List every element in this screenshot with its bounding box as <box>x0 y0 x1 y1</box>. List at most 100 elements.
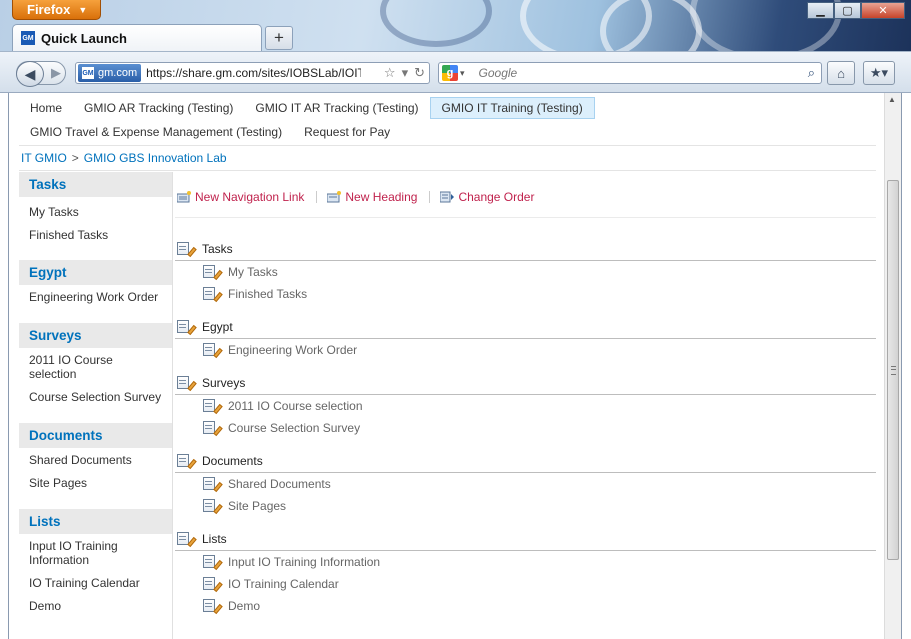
divider <box>19 170 876 171</box>
close-icon[interactable]: ✕ <box>861 2 905 19</box>
toolbar-separator <box>429 190 431 203</box>
forward-arrow-icon: ▶ <box>51 65 61 80</box>
top-navigation: Home GMIO AR Tracking (Testing) GMIO IT … <box>19 96 876 144</box>
topnav-item-gmio-ar-tracking[interactable]: GMIO AR Tracking (Testing) <box>73 97 244 119</box>
home-button[interactable]: ⌂ <box>827 61 855 85</box>
nav-link-label: Finished Tasks <box>228 287 308 301</box>
nav-link-label: Input IO Training Information <box>228 555 381 569</box>
edit-page-icon <box>203 287 223 303</box>
back-button[interactable]: ◀ <box>16 61 44 87</box>
navigation-toolbar-actions: New Navigation Link New Heading Change O… <box>175 172 876 218</box>
edit-page-icon <box>203 343 223 359</box>
nav-link-label: My Tasks <box>228 265 278 279</box>
edit-page-icon <box>177 242 197 258</box>
quicklaunch-group-documents: Documents Shared Documents Site Pages <box>19 423 172 495</box>
quicklaunch-item[interactable]: Engineering Work Order <box>19 286 172 309</box>
window-controls: ▁ ▢ ✕ <box>807 2 905 19</box>
quicklaunch-group-egypt: Egypt Engineering Work Order <box>19 260 172 309</box>
breadcrumb-current[interactable]: GMIO GBS Innovation Lab <box>84 151 227 165</box>
change-order-button[interactable]: Change Order <box>440 190 534 204</box>
search-icon[interactable]: ⌕ <box>808 65 815 81</box>
identity-label: gm.com <box>98 67 138 79</box>
nav-link-row[interactable]: Site Pages <box>175 495 876 517</box>
quicklaunch-item[interactable]: Input IO Training Information <box>19 535 159 572</box>
new-heading-icon <box>327 190 342 202</box>
url-text[interactable]: https://share.gm.com/sites/IOBSLab/IOITT… <box>146 66 361 80</box>
reload-icon[interactable]: ↻ <box>414 65 425 81</box>
nav-heading-row[interactable]: Surveys <box>175 372 876 395</box>
forward-button[interactable]: ▶ <box>51 65 61 81</box>
edit-page-icon <box>203 265 223 281</box>
nav-link-label: Site Pages <box>228 499 287 513</box>
breadcrumb-separator: > <box>71 151 79 165</box>
quicklaunch-group-tasks: Tasks My Tasks Finished Tasks <box>19 172 172 247</box>
new-heading-button[interactable]: New Heading <box>327 190 417 204</box>
bookmarks-button[interactable]: ★▾ <box>863 61 895 85</box>
quicklaunch-item[interactable]: Shared Documents <box>19 449 172 472</box>
new-tab-button[interactable]: + <box>265 26 293 50</box>
bookmarks-icon: ★▾ <box>869 65 889 80</box>
nav-heading-row[interactable]: Tasks <box>175 238 876 261</box>
breadcrumb: IT GMIO > GMIO GBS Innovation Lab <box>21 151 227 165</box>
nav-heading-section: Egypt Engineering Work Order <box>175 316 876 361</box>
nav-link-row[interactable]: Input IO Training Information <box>175 551 876 573</box>
nav-heading-label: Lists <box>202 532 227 546</box>
topnav-item-gmio-it-ar-tracking[interactable]: GMIO IT AR Tracking (Testing) <box>244 97 429 119</box>
topnav-item-request-for-pay[interactable]: Request for Pay <box>293 121 401 143</box>
nav-link-row[interactable]: Finished Tasks <box>175 283 876 305</box>
engine-dropdown-icon[interactable]: ▾ <box>460 68 465 79</box>
background-wave <box>380 0 492 47</box>
nav-link-row[interactable]: My Tasks <box>175 261 876 283</box>
quicklaunch-item[interactable]: Demo <box>19 595 172 618</box>
scroll-up-icon[interactable]: ▲ <box>888 95 896 104</box>
bookmark-star-icon[interactable]: ☆ <box>384 65 396 81</box>
history-dropdown-icon[interactable]: ▾ <box>402 65 409 81</box>
quicklaunch-item[interactable]: IO Training Calendar <box>19 572 172 595</box>
search-bar[interactable]: g ▾ Google ⌕ <box>438 62 822 84</box>
address-bar[interactable]: GM gm.com https://share.gm.com/sites/IOB… <box>75 62 430 84</box>
nav-link-row[interactable]: Engineering Work Order <box>175 339 876 361</box>
edit-page-icon <box>177 320 197 336</box>
minimize-icon[interactable]: ▁ <box>807 2 834 19</box>
quicklaunch-item[interactable]: My Tasks <box>19 202 172 224</box>
nav-link-row[interactable]: Course Selection Survey <box>175 417 876 439</box>
nav-heading-section: Tasks My Tasks Finished Tasks <box>175 238 876 305</box>
firefox-menu-button[interactable]: Firefox ▼ <box>12 0 101 20</box>
site-identity-button[interactable]: GM gm.com <box>78 64 142 82</box>
browser-tab[interactable]: GM Quick Launch <box>12 24 262 51</box>
nav-link-row[interactable]: 2011 IO Course selection <box>175 395 876 417</box>
quicklaunch-item[interactable]: 2011 IO Course selection <box>19 349 172 386</box>
quicklaunch-heading[interactable]: Surveys <box>19 323 172 349</box>
quicklaunch-group-surveys: Surveys 2011 IO Course selection Course … <box>19 323 172 409</box>
vertical-scrollbar[interactable]: ▲ <box>884 93 901 639</box>
quicklaunch-group-lists: Lists Input IO Training Information IO T… <box>19 509 172 618</box>
nav-link-label: Shared Documents <box>228 477 331 491</box>
scrollbar-thumb[interactable] <box>887 180 899 560</box>
topnav-item-gmio-it-training[interactable]: GMIO IT Training (Testing) <box>429 97 595 119</box>
nav-link-row[interactable]: Shared Documents <box>175 473 876 495</box>
new-navigation-link-button[interactable]: New Navigation Link <box>177 190 304 204</box>
maximize-icon[interactable]: ▢ <box>834 2 861 19</box>
google-engine-icon[interactable]: g <box>442 65 458 81</box>
quicklaunch-heading[interactable]: Tasks <box>19 172 172 198</box>
edit-page-icon <box>203 499 223 515</box>
quicklaunch-item[interactable]: Course Selection Survey <box>19 386 172 409</box>
nav-heading-row[interactable]: Egypt <box>175 316 876 339</box>
nav-heading-label: Documents <box>202 454 263 468</box>
nav-heading-row[interactable]: Documents <box>175 450 876 473</box>
topnav-item-travel-expense[interactable]: GMIO Travel & Expense Management (Testin… <box>19 121 293 143</box>
quicklaunch-item[interactable]: Finished Tasks <box>19 225 172 247</box>
breadcrumb-parent[interactable]: IT GMIO <box>21 151 67 165</box>
change-order-icon <box>440 191 455 202</box>
edit-page-icon <box>177 376 197 392</box>
edit-page-icon <box>203 421 223 437</box>
quicklaunch-heading[interactable]: Documents <box>19 423 172 449</box>
nav-link-row[interactable]: Demo <box>175 595 876 617</box>
navigation-toolbar: ◀ ▶ GM gm.com https://share.gm.com/sites… <box>0 51 911 93</box>
quicklaunch-heading[interactable]: Egypt <box>19 260 172 286</box>
topnav-item-home[interactable]: Home <box>19 97 73 119</box>
nav-heading-row[interactable]: Lists <box>175 528 876 551</box>
quicklaunch-heading[interactable]: Lists <box>19 509 172 535</box>
quicklaunch-item[interactable]: Site Pages <box>19 472 172 495</box>
nav-link-row[interactable]: IO Training Calendar <box>175 573 876 595</box>
